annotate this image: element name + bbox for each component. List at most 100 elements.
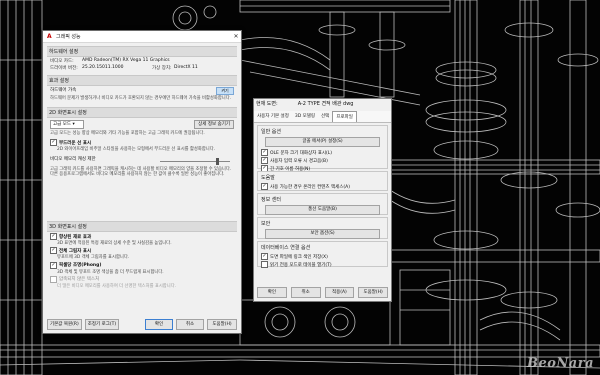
ok-button[interactable]: 확인 (257, 287, 287, 298)
general-options-title: 일반 옵션 (261, 129, 281, 135)
current-drawing-label: 현재 도면: (256, 101, 278, 107)
2d-mode-row: 고급 모드 ▾ 상세 정보 숨기기 (47, 120, 237, 129)
reset-defaults-button[interactable]: 기본값 복원(R) (47, 319, 82, 330)
tab-profiles[interactable]: 프로파일 (332, 111, 357, 122)
cancel-button[interactable]: 취소 (176, 319, 204, 330)
autocad-logo-icon: A (47, 32, 52, 40)
security-options-button[interactable]: 보안 옵션(S) (265, 229, 380, 239)
driver-row: 드라이버 버전: 25.20.15011.1000 가상 장치: DirectX 11 (47, 65, 237, 71)
2d-mode-value: 고급 모드 (53, 122, 71, 127)
effects-section-title: 효과 설정 (47, 75, 237, 86)
smooth-line-description: 2D 와이어프레임 비주얼 스타일을 사용하는 모형에서 부드러운 선 표시를 … (57, 147, 216, 153)
online-content-checkbox-row[interactable]: 사용 가능한 경우 온라인 컨텐츠 액세스(A) (261, 183, 384, 190)
security-group: 보안 보안 옵션(S) (257, 217, 388, 239)
graphics-performance-dialog: A 그래픽 성능 ✕ 하드웨어 설정 비디오 카드: AMD Radeon(TM)… (42, 30, 242, 334)
hardware-settings-group: 하드웨어 설정 비디오 카드: AMD Radeon(TM) RX Vega 11… (47, 46, 237, 72)
material-effects-checkbox-row[interactable]: 향상된 재료 효과 (47, 233, 237, 240)
checkbox[interactable] (261, 149, 268, 156)
profile-row: 현재 도면: A-2 TYPE 견적 배관 dwg (256, 100, 389, 111)
per-pixel-lighting-label: 픽셀당 조명(Phong) (59, 263, 102, 269)
checkbox[interactable] (261, 253, 268, 260)
help-button[interactable]: 도움말(H) (207, 319, 237, 330)
apply-button[interactable]: 적용(A) (324, 287, 355, 298)
2d-mode-dropdown[interactable]: 고급 모드 ▾ (50, 120, 84, 129)
checkbox[interactable] (261, 261, 268, 268)
help-group: 도움말 사용 가능한 경우 온라인 컨텐츠 액세스(A) (257, 171, 388, 191)
info-center-group: 정보 센터 풍선 도움말(B) (257, 193, 388, 215)
link-index-checkbox-row[interactable]: 도면 파일에 링크 색인 저장(X) (261, 253, 384, 260)
hide-details-button[interactable]: 상세 정보 숨기기 (194, 120, 234, 129)
material-effects-description: 3D 표면에 적용된 특정 재료의 상세 수준 및 사실감을 높입니다. (57, 241, 172, 246)
smooth-line-label: 부드러운 선 표시 (59, 140, 92, 146)
checkbox[interactable] (50, 247, 57, 255)
help-title: 도움말 (261, 175, 275, 181)
cancel-button[interactable]: 취소 (290, 287, 321, 298)
video-card-row: 비디오 카드: AMD Radeon(TM) RX Vega 11 Graphic… (47, 58, 237, 64)
3d-section-title: 3D 화면표시 설정 (47, 221, 237, 232)
checkbox[interactable] (50, 261, 57, 269)
uncompressed-textures-label: 압축되지 않은 텍스처 (59, 277, 100, 283)
close-icon[interactable]: ✕ (231, 33, 241, 40)
balloon-button[interactable]: 풍선 도움말(B) (265, 205, 380, 215)
driver-value: 25.20.15011.1000 (82, 65, 124, 70)
hardware-section-title: 하드웨어 설정 (47, 46, 237, 57)
current-drawing-value: A-2 TYPE 견적 배관 dwg (297, 101, 354, 107)
virtual-device-label: 가상 장치: (152, 66, 172, 71)
full-shadows-checkbox-row[interactable]: 전체 그림자 표시 (47, 247, 237, 255)
checkbox-label: 사용 가능한 경우 온라인 컨텐츠 액세스(A) (270, 184, 350, 190)
checkbox-label: 도면 파일에 링크 색인 저장(X) (270, 254, 328, 260)
chevron-down-icon: ▾ (72, 122, 75, 127)
general-options-group: 일반 옵션 글꼴 에서(P) 설정(S) OLE 문자 크기 대화상자 표시(L… (257, 125, 388, 172)
dialog-title: 그래픽 성능 (56, 34, 81, 40)
ok-button[interactable]: 확인 (145, 319, 173, 330)
security-title: 보안 (261, 221, 271, 227)
checkbox[interactable] (50, 275, 57, 283)
uncompressed-textures-description: 더 많은 비디오 메모리를 사용하여 더 선명한 텍스처를 표시합니다. (57, 283, 177, 289)
2d-mode-description: 고급 모드는 성능 향상 메모리와 기타 기능을 포함하는 고급 그래픽 카드에… (50, 131, 205, 136)
checkbox-label: 읽기 전용 모드로 테이블 열기(T) (270, 262, 332, 268)
checkbox-label: 사용자 입력 오류 시 경고음(B) (270, 158, 328, 164)
dialog-footer: 기본값 복원(R) 조정기 로그(T) 확인 취소 도움말(H) (47, 319, 237, 330)
vram-row: 비디오 메모리 캐싱 제한 (47, 156, 237, 166)
checkbox[interactable] (50, 233, 57, 240)
footer-spacer (122, 319, 142, 330)
hw-accel-label: 하드웨어 가속 (50, 88, 77, 93)
checkbox[interactable] (50, 139, 57, 147)
tuner-log-button[interactable]: 조정기 로그(T) (84, 319, 120, 330)
title-bar: A 그래픽 성능 ✕ (43, 31, 241, 43)
db-options-group: 데이터베이스 연결 옵션 도면 파일에 링크 색인 저장(X) 읽기 전용 모드… (257, 241, 388, 268)
hidden-messages-button[interactable]: 글꼴 에서(P) 설정(S) (265, 137, 380, 147)
vram-label: 비디오 메모리 캐싱 제한 (50, 156, 96, 162)
slider-track (160, 160, 230, 162)
help-button[interactable]: 도움말(H) (358, 287, 388, 298)
info-center-title: 정보 센터 (261, 197, 281, 203)
full-shadows-description: 뷰포트에 3D 객체 그림자를 표시합니다. (57, 255, 130, 261)
checkbox[interactable] (261, 183, 268, 190)
smooth-line-checkbox-row[interactable]: 부드러운 선 표시 (47, 139, 237, 147)
material-effects-label: 향상된 재료 효과 (59, 234, 92, 240)
effects-settings-group: 효과 설정 하드웨어 가속 켜기 하드웨어 문제가 발생하거나 비디오 카드가 … (47, 75, 237, 101)
hw-accel-toggle[interactable]: 켜기 (216, 87, 234, 95)
uncompressed-textures-checkbox-row[interactable]: 압축되지 않은 텍스처 (47, 275, 237, 283)
hw-accel-description: 하드웨어 문제가 발생하거나 비디오 카드가 호환되지 않는 경우에만 하드웨어… (50, 96, 232, 101)
full-shadows-label: 전체 그림자 표시 (59, 248, 92, 254)
vram-slider[interactable] (160, 157, 230, 165)
beep-checkbox-row[interactable]: 사용자 입력 오류 시 경고음(B) (261, 157, 384, 164)
ole-checkbox-row[interactable]: OLE 문자 크기 대화상자 표시(L) (261, 149, 384, 156)
options-dialog: 현재 도면: A-2 TYPE 견적 배관 dwg 사용자 기본 설정 3D 모… (253, 98, 392, 302)
2d-section-title: 2D 화면표시 설정 (47, 107, 237, 118)
virtual-device-value: DirectX 11 (174, 65, 198, 70)
readonly-checkbox-row[interactable]: 읽기 전용 모드로 테이블 열기(T) (261, 261, 384, 268)
options-footer: 확인 취소 적용(A) 도움말(H) (257, 287, 388, 298)
tab-selection[interactable]: 선택 (318, 111, 332, 122)
2d-display-group: 2D 화면표시 설정 고급 모드 ▾ 상세 정보 숨기기 고급 모드는 성능 향… (47, 107, 237, 177)
db-options-title: 데이터베이스 연결 옵션 (261, 245, 311, 251)
per-pixel-lighting-checkbox-row[interactable]: 픽셀당 조명(Phong) (47, 261, 237, 269)
slider-thumb[interactable] (216, 157, 219, 165)
per-pixel-lighting-description: 3D 객체 및 뷰포트 조명 색상을 좀 더 부드럽게 표시합니다. (57, 269, 164, 275)
tab-user-preferences[interactable]: 사용자 기본 설정 (254, 111, 292, 122)
options-tabs: 사용자 기본 설정 3D 모델링 선택 프로파일 (254, 111, 391, 123)
checkbox[interactable] (261, 157, 268, 164)
tab-3d-modeling[interactable]: 3D 모델링 (292, 111, 318, 122)
vram-description: 고급 그래픽 카드를 사용하면 그래픽을 캐시하는 데 사용할 비디오 메모리의… (50, 166, 232, 177)
